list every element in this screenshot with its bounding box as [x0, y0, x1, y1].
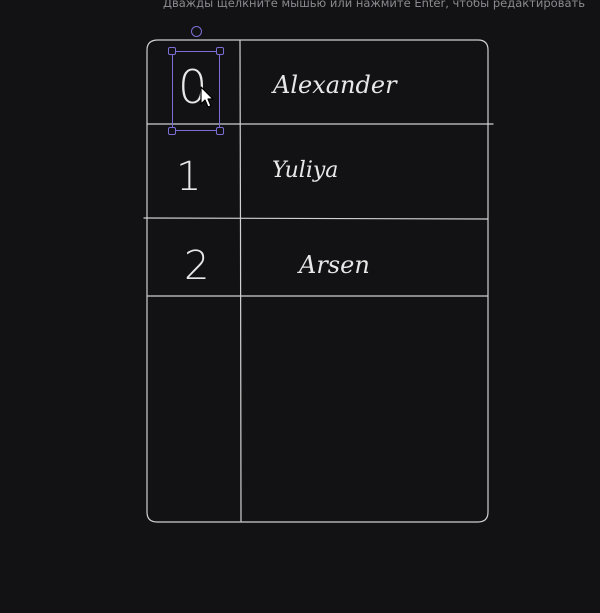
resize-handle-bottom-left[interactable] — [168, 127, 176, 135]
row-index-1[interactable]: 1 — [176, 152, 201, 202]
pointer-cursor-icon — [200, 86, 214, 108]
resize-handle-top-right[interactable] — [216, 47, 224, 55]
row-name-1[interactable]: Yuliya — [272, 157, 338, 185]
rotate-handle-icon[interactable] — [191, 26, 202, 37]
row-divider-2 — [143, 217, 489, 220]
row-name-0[interactable]: Alexander — [273, 70, 397, 100]
row-name-2[interactable]: Arsen — [299, 250, 370, 280]
column-divider — [239, 40, 242, 522]
row-index-2[interactable]: 2 — [184, 241, 209, 291]
resize-handle-bottom-right[interactable] — [216, 127, 224, 135]
resize-handle-top-left[interactable] — [168, 47, 176, 55]
